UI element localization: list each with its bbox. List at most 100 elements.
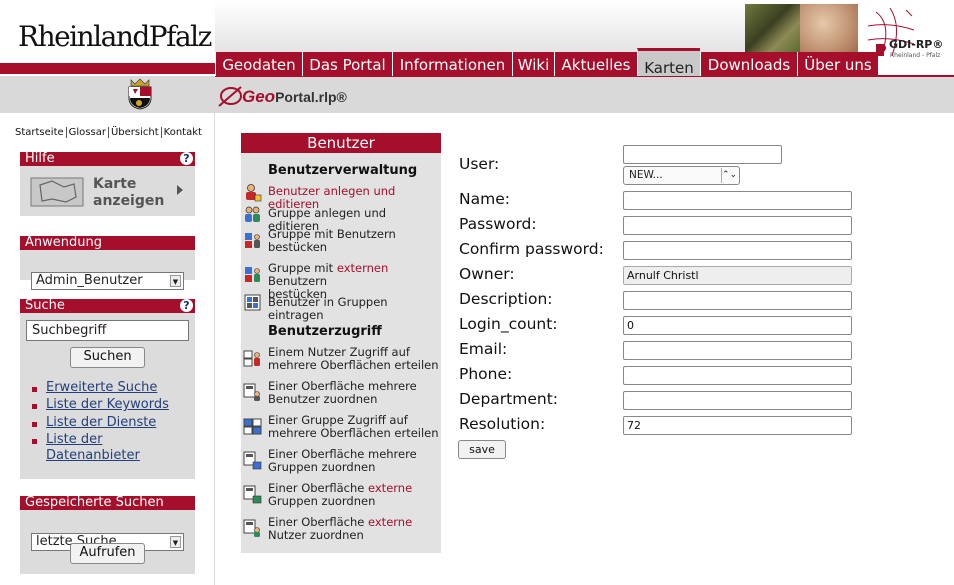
help-icon[interactable]: ? <box>180 152 193 165</box>
search-box-header: Suche ? <box>20 299 195 313</box>
group-users-icon <box>245 233 260 248</box>
show-map-label-line2: anzeigen <box>93 193 165 209</box>
user-select[interactable]: NEW... ⌃⌄ <box>623 166 740 185</box>
gdi-rp-text: GDI-RP® <box>889 38 944 51</box>
password-label: Password: <box>459 215 537 233</box>
saved-searches-box: Gespeicherte Suchen letzte Suche ▼ Aufru… <box>20 496 195 574</box>
help-icon[interactable]: ? <box>180 299 193 312</box>
gui-users-icon <box>243 383 260 401</box>
meta-link-glossar[interactable]: Glossar <box>69 127 106 138</box>
tab-geodaten[interactable]: Geodaten <box>215 52 302 76</box>
gui-groups-icon <box>243 451 262 470</box>
map-icon <box>30 177 84 207</box>
menu-item-line2: Nutzer zuordnen <box>268 528 364 542</box>
chevron-right-icon <box>177 185 183 195</box>
meta-link-uebersicht[interactable]: Übersicht <box>111 127 159 138</box>
confirm-password-label: Confirm password: <box>459 240 604 258</box>
link-data-providers-line2[interactable]: Datenanbieter <box>46 448 140 463</box>
coat-of-arms-icon <box>127 78 153 110</box>
menu-item-line1: Gruppe mit externen Benutzern <box>268 261 389 288</box>
bullet-icon <box>32 404 37 409</box>
recall-search-button[interactable]: Aufrufen <box>70 543 145 564</box>
user-input[interactable] <box>623 145 782 164</box>
search-button[interactable]: Suchen <box>70 347 145 368</box>
confirm-password-field[interactable] <box>623 241 852 260</box>
tab-downloads[interactable]: Downloads <box>700 52 797 76</box>
tab-aktuelles[interactable]: Aktuelles <box>554 52 637 76</box>
save-button[interactable]: save <box>458 440 506 459</box>
menu-item-gui-assign-users[interactable]: Einer Oberfläche mehrere Benutzer zuordn… <box>268 380 440 406</box>
bullet-icon <box>32 439 37 444</box>
bullet-icon <box>32 422 37 427</box>
menu-item-group-access-guis[interactable]: Einer Gruppe Zugriff auf mehrere Oberflä… <box>268 414 440 440</box>
link-keywords[interactable]: Liste der Keywords <box>46 397 169 412</box>
user-guis-icon <box>243 350 260 367</box>
tab-karten[interactable]: Karten <box>637 48 700 77</box>
menu-section-user-management: Benutzerverwaltung <box>268 163 418 178</box>
chevron-down-icon: ▼ <box>170 536 181 548</box>
password-field[interactable] <box>623 216 852 235</box>
menu-item-line2: Gruppen zuordnen <box>268 494 376 508</box>
help-box-header: Hilfe ? <box>20 152 195 166</box>
show-map-button[interactable]: Karte anzeigen <box>20 168 195 214</box>
gdi-rp-subtext: Rheinland - Pfalz <box>890 52 941 59</box>
department-field[interactable] <box>623 391 852 410</box>
search-input[interactable]: Suchbegriff <box>26 320 189 341</box>
user-to-groups-icon <box>244 294 261 311</box>
email-field[interactable] <box>623 341 852 360</box>
tab-informationen[interactable]: Informationen <box>392 52 512 76</box>
resolution-field[interactable]: 72 <box>623 416 852 435</box>
geoportal-logo[interactable]: GeoPortal.rlp® <box>242 87 347 107</box>
meta-link-startseite[interactable]: Startseite <box>15 127 64 138</box>
owner-label: Owner: <box>459 265 515 283</box>
group-icon <box>245 206 260 222</box>
menu-item-user-access-guis[interactable]: Einem Nutzer Zugriff auf mehrere Oberflä… <box>268 346 440 372</box>
link-data-providers-line1[interactable]: Liste der <box>46 432 102 447</box>
help-box-title: Hilfe <box>25 151 55 166</box>
login-count-label: Login_count: <box>459 315 558 333</box>
phone-label: Phone: <box>459 365 513 383</box>
description-field[interactable] <box>623 291 852 310</box>
menu-item-gui-assign-groups[interactable]: Einer Oberfläche mehrere Gruppen zuordne… <box>268 448 440 474</box>
group-guis-icon <box>243 418 262 435</box>
user-label: User: <box>459 155 500 173</box>
menu-item-line2: mehrere Oberflächen erteilen <box>268 426 439 440</box>
application-select[interactable]: Admin_Benutzer ▼ <box>31 272 184 290</box>
name-label: Name: <box>459 190 510 208</box>
header-gradient <box>215 0 745 52</box>
menu-item-gui-external-groups[interactable]: Einer Oberfläche externe Gruppen zuordne… <box>268 482 440 508</box>
gui-external-groups-icon <box>243 485 262 504</box>
menu-item-line2: mehrere Oberflächen erteilen <box>268 358 439 372</box>
name-field[interactable] <box>623 191 852 210</box>
application-box-title: Anwendung <box>25 235 102 250</box>
login-count-field[interactable]: 0 <box>623 316 852 335</box>
meta-nav: Startseite Glossar Übersicht Kontakt <box>15 127 202 138</box>
description-label: Description: <box>459 290 553 308</box>
link-services[interactable]: Liste der Dienste <box>46 415 156 430</box>
group-external-users-icon <box>245 267 260 282</box>
help-box: Hilfe ? Karte anzeigen <box>20 152 195 216</box>
phone-field[interactable] <box>623 366 852 385</box>
tab-wiki[interactable]: Wiki <box>512 52 554 76</box>
owner-field: Arnulf Christl <box>623 266 852 285</box>
saved-searches-title: Gespeicherte Suchen <box>25 495 164 510</box>
search-box-title: Suche <box>25 298 65 313</box>
menu-item-line2: Benutzer zuordnen <box>268 392 378 406</box>
link-advanced-search[interactable]: Erweiterte Suche <box>46 380 157 395</box>
application-box: Anwendung Admin_Benutzer ▼ <box>20 235 195 290</box>
show-map-label-line1: Karte <box>93 176 137 192</box>
header-red-bar <box>0 63 215 74</box>
tab-ueber-uns[interactable]: Über uns <box>797 52 878 76</box>
menu-section-user-access: Benutzerzugriff <box>268 324 382 339</box>
tab-das-portal[interactable]: Das Portal <box>302 52 392 76</box>
menu-item-group-fill-users[interactable]: Gruppe mit Benutzern bestücken <box>268 228 440 254</box>
header-photo-binoculars <box>745 4 800 52</box>
header-photo-map-hand <box>800 4 858 52</box>
rlp-logo[interactable]: RheinlandPfalz <box>18 20 212 53</box>
sidebar-divider <box>214 113 215 585</box>
meta-link-kontakt[interactable]: Kontakt <box>164 127 202 138</box>
menu-title: Benutzer <box>241 133 441 153</box>
menu-item-user-into-groups[interactable]: Benutzer in Gruppen eintragen <box>268 296 440 322</box>
user-select-value: NEW... <box>629 169 663 181</box>
menu-item-gui-external-users[interactable]: Einer Oberfläche externe Nutzer zuordnen <box>268 516 440 542</box>
